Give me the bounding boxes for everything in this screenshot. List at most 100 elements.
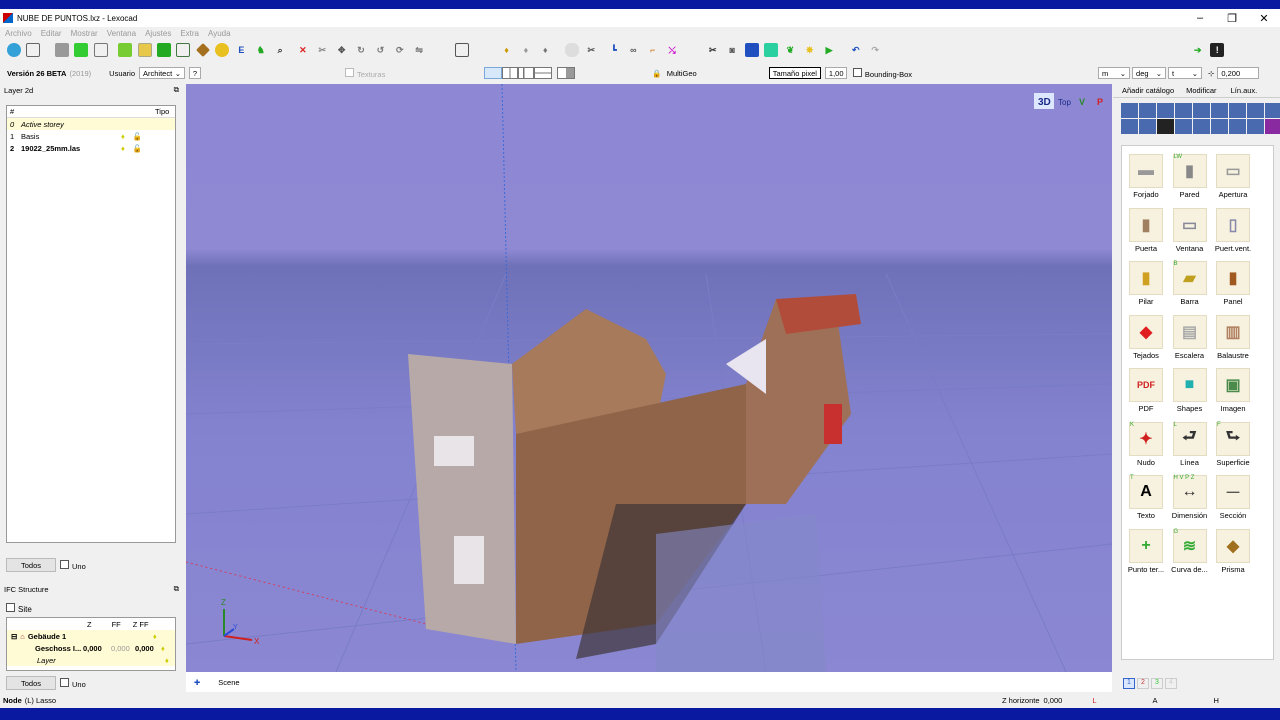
fit-view-icon[interactable] — [454, 43, 469, 57]
category-icon[interactable] — [1247, 119, 1264, 134]
pin-2-icon[interactable]: ♦ — [519, 43, 533, 57]
layer-one-box[interactable] — [60, 559, 69, 569]
unit-angle-select[interactable]: deg ⌄ — [1132, 67, 1167, 79]
category-icon[interactable] — [1175, 119, 1192, 134]
landscape-icon[interactable] — [763, 43, 778, 57]
catalog-item-forjado[interactable]: ▬ Forjado — [1124, 154, 1168, 199]
menu-archivo[interactable]: Archivo — [5, 29, 32, 38]
menu-editar[interactable]: Editar — [41, 29, 62, 38]
catalog-item-panel[interactable]: ▮ Panel — [1211, 261, 1255, 306]
path-icon[interactable]: ⤯ — [665, 43, 679, 57]
visibility-bulb-icon[interactable]: ♦ — [121, 132, 125, 141]
undo-icon[interactable]: ↶ — [849, 43, 863, 57]
tree-icon[interactable] — [118, 43, 133, 57]
ifc-layer-row[interactable]: Layer ♦ — [7, 654, 175, 666]
move-icon[interactable]: ✥ — [335, 43, 349, 57]
point-cloud-scene[interactable]: 3D Top V P Z X Y — [186, 84, 1112, 672]
catalog-item-superficie[interactable]: ⮑ Superficie F — [1211, 421, 1255, 467]
export-arrow-icon[interactable]: ➔ — [1191, 43, 1205, 57]
terrain-icon[interactable] — [176, 43, 191, 57]
ifc-one-checkbox[interactable]: Uno — [60, 677, 86, 689]
pin-icon[interactable]: ♦ — [500, 43, 514, 57]
texturas-checkbox[interactable]: Texturas — [345, 67, 385, 79]
category-icon[interactable] — [1211, 119, 1228, 134]
page-1[interactable]: 1 — [1123, 678, 1135, 689]
category-icon[interactable] — [1157, 103, 1174, 118]
lock-icon[interactable]: 🔓 — [133, 132, 142, 141]
view-p-button[interactable]: P — [1097, 97, 1103, 107]
catalog-item-pdf[interactable]: PDF PDF — [1124, 368, 1168, 413]
info-icon[interactable]: ! — [1210, 43, 1225, 57]
view-v-button[interactable]: V — [1079, 97, 1085, 107]
tab-aux-lines[interactable]: Lín.aux. — [1231, 86, 1258, 95]
category-icon[interactable] — [1229, 103, 1246, 118]
category-icon[interactable] — [1229, 119, 1246, 134]
play-icon[interactable]: ▶ — [822, 43, 836, 57]
category-icon[interactable] — [1157, 119, 1174, 134]
view-3d-button[interactable]: 3D — [1038, 97, 1051, 108]
menu-mostrar[interactable]: Mostrar — [71, 29, 98, 38]
catalog-item-l-nea[interactable]: ⮐ Línea L — [1168, 421, 1212, 467]
car-icon[interactable] — [744, 43, 759, 57]
camera-icon[interactable]: ◙ — [725, 43, 739, 57]
rotate-2-icon[interactable]: ↺ — [373, 43, 387, 57]
shield-icon[interactable] — [6, 43, 21, 57]
category-icon[interactable] — [1211, 103, 1228, 118]
catalog-item-texto[interactable]: A Texto T — [1124, 475, 1168, 520]
layer-row[interactable]: 2 19022_25mm.las ♦ 🔓 — [7, 142, 175, 154]
catalog-item-barra[interactable]: ▰ Barra B — [1168, 261, 1212, 306]
ifc-all-button[interactable]: Todos — [6, 676, 56, 690]
catalog-item-curva-de[interactable]: ≋ Curva de... G — [1168, 528, 1212, 574]
user-select[interactable]: Architect ⌄ — [139, 67, 185, 79]
measure-icon[interactable] — [215, 43, 230, 57]
site-box[interactable] — [6, 603, 15, 612]
rotate-3-icon[interactable]: ⟳ — [393, 43, 407, 57]
sun-icon[interactable]: ✸ — [803, 43, 817, 57]
redo-icon[interactable]: ↷ — [868, 43, 882, 57]
catalog-item-pilar[interactable]: ▮ Pilar — [1124, 261, 1168, 306]
delete-icon[interactable]: ✕ — [296, 43, 310, 57]
undock-icon[interactable]: ⧉ — [174, 85, 179, 95]
page-3[interactable]: 3 — [1151, 678, 1163, 689]
category-icon[interactable] — [1193, 119, 1210, 134]
scene-tab[interactable]: Scene — [218, 678, 239, 687]
layer-one-checkbox[interactable]: Uno — [60, 559, 86, 571]
view-layout-1-icon[interactable] — [484, 67, 503, 79]
catalog-item-balaustre[interactable]: ▥ Balaustre — [1211, 314, 1255, 360]
cloud-icon[interactable] — [564, 43, 579, 57]
visibility-bulb-icon[interactable]: ♦ — [121, 144, 125, 153]
catalog-item-ventana[interactable]: ▭ Ventana — [1168, 207, 1212, 253]
cut-icon[interactable]: ✂ — [584, 43, 598, 57]
catalog-item-secci-n[interactable]: ⏤ Sección — [1211, 475, 1255, 520]
expand-icon[interactable]: ⊟ — [11, 632, 17, 641]
pin-3-icon[interactable]: ♦ — [538, 43, 552, 57]
texturas-box[interactable] — [345, 67, 354, 77]
bounding-box-box[interactable] — [852, 67, 862, 77]
render-mode-icon[interactable] — [137, 43, 152, 57]
view-layout-2-icon[interactable] — [502, 67, 519, 79]
layer-icon[interactable] — [93, 43, 108, 57]
category-icon[interactable] — [1175, 103, 1192, 118]
multigeo-label[interactable]: MultiGeo — [667, 69, 697, 78]
catalog-item-puerta[interactable]: ▮ Puerta — [1124, 207, 1168, 253]
category-icon[interactable] — [1193, 103, 1210, 118]
catalog-item-apertura[interactable]: ▭ Apertura — [1211, 154, 1255, 199]
visibility-bulb-icon[interactable]: ♦ — [165, 656, 169, 665]
menu-ventana[interactable]: Ventana — [107, 29, 136, 38]
lock-icon[interactable]: 🔓 — [133, 144, 142, 153]
catalog-item-imagen[interactable]: ▣ Imagen — [1211, 368, 1255, 413]
bounding-box-checkbox[interactable]: Bounding-Box — [852, 67, 912, 79]
category-icon[interactable] — [1139, 119, 1156, 134]
select-icon[interactable] — [26, 43, 41, 57]
visibility-bulb-icon[interactable]: ♦ — [161, 644, 165, 653]
ifc-building-row[interactable]: ⊟ ⌂ Gebäude 1 ♦ — [7, 630, 175, 642]
catalog-item-shapes[interactable]: ■ Shapes — [1168, 368, 1212, 413]
menu-ayuda[interactable]: Ayuda — [208, 29, 231, 38]
split-view-icon[interactable] — [557, 67, 576, 79]
category-icon[interactable] — [1121, 103, 1138, 118]
ifc-one-box[interactable] — [60, 677, 69, 687]
undock-icon[interactable]: ⧉ — [174, 584, 179, 594]
pixel-size-input[interactable]: 1,00 — [824, 67, 847, 79]
mirror-icon[interactable]: ⇋ — [412, 43, 426, 57]
green-cube-icon[interactable] — [156, 43, 171, 57]
